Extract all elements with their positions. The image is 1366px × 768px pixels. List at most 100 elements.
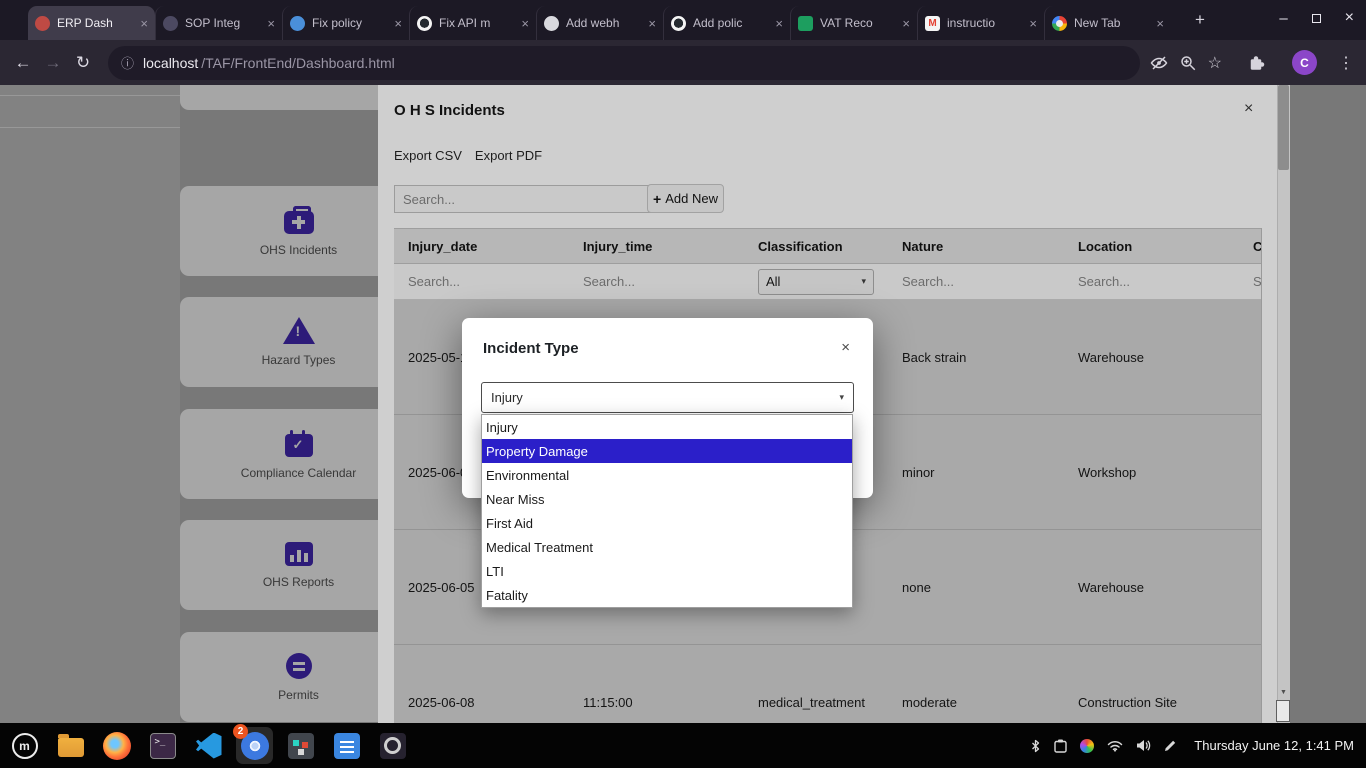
files-app-button[interactable] xyxy=(52,727,89,764)
url-bar[interactable]: ⓘ localhost/TAF/FrontEnd/Dashboard.html xyxy=(108,46,1140,80)
close-window-icon[interactable]: × xyxy=(1345,9,1354,27)
modal-scrollbar-thumb[interactable] xyxy=(1278,85,1289,170)
wifi-icon[interactable] xyxy=(1107,740,1123,752)
volume-icon[interactable] xyxy=(1136,739,1151,752)
tab-close-icon[interactable]: × xyxy=(775,16,783,31)
cell-nature: none xyxy=(888,530,1064,644)
cell-injury-date: 2025-06-08 xyxy=(394,645,569,723)
tab-fix-api[interactable]: Fix API m × xyxy=(409,6,536,40)
global-search-input[interactable] xyxy=(394,185,656,213)
tab-fix-policy[interactable]: Fix policy × xyxy=(282,6,409,40)
tab-add-policy[interactable]: Add polic × xyxy=(663,6,790,40)
chevron-down-icon: ▾ xyxy=(839,392,844,403)
select-option[interactable]: Medical Treatment xyxy=(482,535,852,559)
export-csv-link[interactable]: Export CSV xyxy=(394,148,462,163)
app-menu-button[interactable]: m xyxy=(6,727,43,764)
profile-avatar[interactable]: C xyxy=(1292,50,1317,75)
extensions-icon[interactable] xyxy=(1247,54,1265,72)
gmail-favicon: M xyxy=(925,16,940,31)
plus-icon: + xyxy=(653,191,661,207)
cell-nature: moderate xyxy=(888,645,1064,723)
tab-erp-dashboard[interactable]: ERP Dash × xyxy=(28,6,155,40)
terminal-icon: >_ xyxy=(150,733,176,759)
bookmark-star-icon[interactable]: ☆ xyxy=(1208,53,1222,73)
firefox-button[interactable] xyxy=(98,727,135,764)
filter-injury-date[interactable] xyxy=(408,274,528,289)
tab-close-icon[interactable]: × xyxy=(902,16,910,31)
tab-title: instructio xyxy=(947,16,1022,30)
text-editor-button[interactable] xyxy=(328,727,365,764)
screenshot-tool-button[interactable] xyxy=(374,727,411,764)
tab-new-tab[interactable]: New Tab × xyxy=(1044,6,1171,40)
column-header-injury-time[interactable]: Injury_time xyxy=(569,229,744,263)
browser-menu-icon[interactable]: ⋮ xyxy=(1338,53,1354,73)
taskbar-clock[interactable]: Thursday June 12, 1:41 PM xyxy=(1194,738,1354,753)
select-option[interactable]: Fatality xyxy=(482,583,852,607)
new-tab-button[interactable]: + xyxy=(1188,8,1212,32)
bluetooth-icon[interactable] xyxy=(1030,739,1041,753)
column-header-location[interactable]: Location xyxy=(1064,229,1239,263)
clipboard-indicator-icon[interactable] xyxy=(1054,739,1067,753)
tracking-protection-icon[interactable] xyxy=(1150,54,1168,72)
filter-location[interactable] xyxy=(1078,274,1198,289)
divider xyxy=(0,127,180,128)
taskbar: m >_ 2 xyxy=(0,723,1366,768)
tab-instructions[interactable]: M instructio × xyxy=(917,6,1044,40)
modal-scrollbar-track[interactable] xyxy=(1277,85,1290,723)
permit-stamp-icon xyxy=(286,653,312,679)
select-option-highlighted[interactable]: Property Damage xyxy=(482,439,852,463)
column-header-truncated[interactable]: Co xyxy=(1239,229,1262,263)
cell-classification: medical_treatment xyxy=(744,645,888,723)
export-pdf-link[interactable]: Export PDF xyxy=(475,148,542,163)
dialog-close-icon[interactable]: × xyxy=(841,339,850,356)
select-option[interactable]: First Aid xyxy=(482,511,852,535)
site-info-icon[interactable]: ⓘ xyxy=(121,53,134,72)
tab-close-icon[interactable]: × xyxy=(648,16,656,31)
filter-injury-time[interactable] xyxy=(583,274,703,289)
tab-add-webhook[interactable]: Add webh × xyxy=(536,6,663,40)
classification-filter-select[interactable]: All ▾ xyxy=(758,269,874,295)
terminal-button[interactable]: >_ xyxy=(144,727,181,764)
add-new-button[interactable]: + Add New xyxy=(647,184,724,213)
select-value: Injury xyxy=(491,390,523,405)
restore-icon[interactable] xyxy=(1312,14,1321,23)
filter-select-value: All xyxy=(766,274,780,289)
desktop: ERP Dash × SOP Integ × Fix policy × Fix … xyxy=(0,0,1366,768)
vscode-button[interactable] xyxy=(190,727,227,764)
filter-truncated[interactable] xyxy=(1253,274,1262,289)
pixel-app-icon xyxy=(288,733,314,759)
incident-type-select[interactable]: Injury ▾ xyxy=(481,382,854,413)
scroll-down-arrow-icon[interactable]: ▼ xyxy=(1277,686,1290,699)
tab-favicon xyxy=(1052,16,1067,31)
pen-input-icon[interactable] xyxy=(1164,739,1177,752)
tab-close-icon[interactable]: × xyxy=(1156,16,1164,31)
tab-close-icon[interactable]: × xyxy=(140,16,148,31)
reload-icon[interactable]: ↻ xyxy=(68,53,98,73)
tab-close-icon[interactable]: × xyxy=(267,16,275,31)
column-header-nature[interactable]: Nature xyxy=(888,229,1064,263)
chromium-button[interactable]: 2 xyxy=(236,727,273,764)
filter-nature[interactable] xyxy=(902,274,1022,289)
select-option[interactable]: Environmental xyxy=(482,463,852,487)
select-option[interactable]: Near Miss xyxy=(482,487,852,511)
minimize-icon[interactable]: – xyxy=(1279,10,1287,27)
tab-close-icon[interactable]: × xyxy=(521,16,529,31)
tab-favicon xyxy=(544,16,559,31)
table-row[interactable]: 2025-06-08 11:15:00 medical_treatment mo… xyxy=(394,645,1261,723)
keyboard-layout-icon[interactable] xyxy=(1080,739,1094,753)
tab-close-icon[interactable]: × xyxy=(394,16,402,31)
tab-vat-reco[interactable]: VAT Reco × xyxy=(790,6,917,40)
column-header-classification[interactable]: Classification xyxy=(744,229,888,263)
url-path: /TAF/FrontEnd/Dashboard.html xyxy=(201,55,394,71)
pixel-app-button[interactable] xyxy=(282,727,319,764)
tab-sop-integration[interactable]: SOP Integ × xyxy=(155,6,282,40)
back-icon[interactable]: ← xyxy=(8,53,38,73)
select-option[interactable]: LTI xyxy=(482,559,852,583)
tab-close-icon[interactable]: × xyxy=(1029,16,1037,31)
column-header-injury-date[interactable]: Injury_date xyxy=(394,229,569,263)
select-option[interactable]: Injury xyxy=(482,415,852,439)
zoom-icon[interactable] xyxy=(1179,54,1197,72)
calendar-check-icon xyxy=(285,434,313,457)
medical-kit-icon xyxy=(284,211,314,234)
modal-close-icon[interactable]: × xyxy=(1244,100,1253,118)
